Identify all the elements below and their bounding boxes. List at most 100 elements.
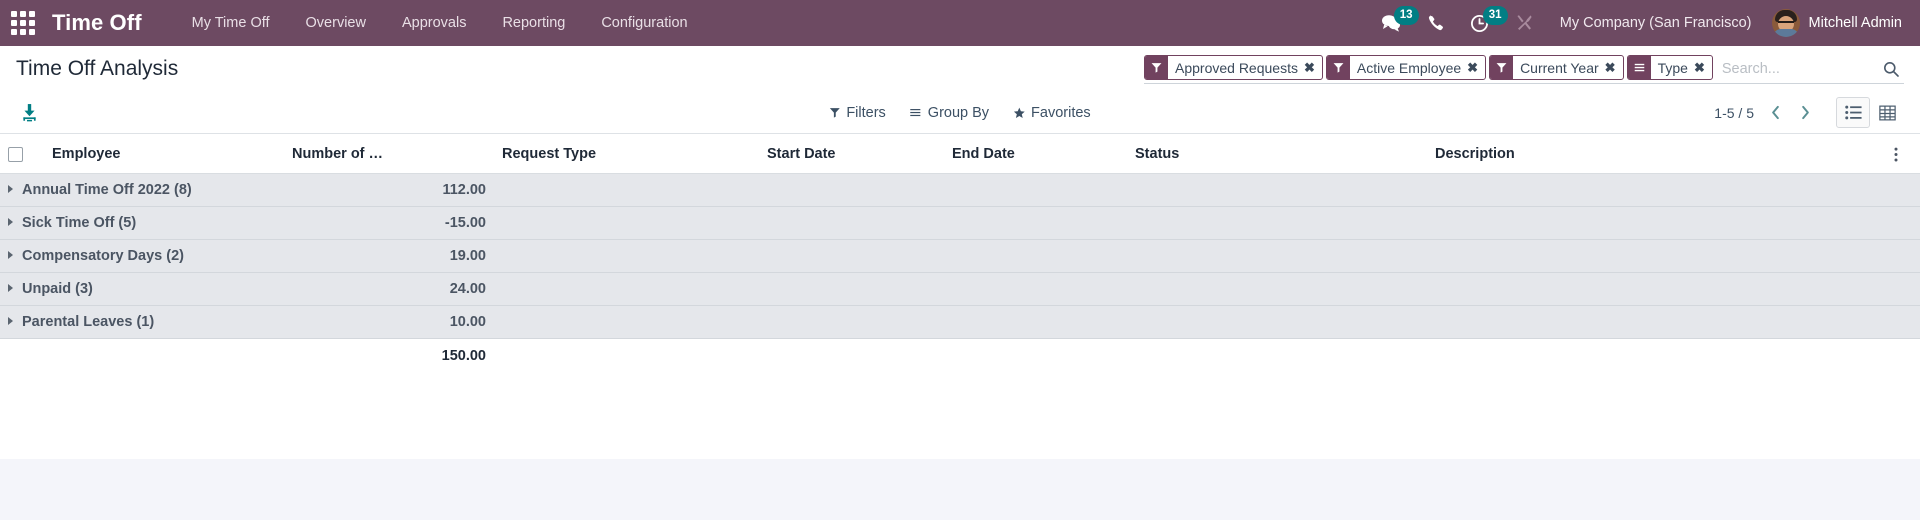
total-empty-cells: [494, 338, 1920, 374]
chevron-right-icon: [8, 251, 13, 259]
search-view: Approved Requests ✖ Active Employee ✖ Cu…: [1144, 55, 1904, 84]
group-label-text: Annual Time Off 2022 (8): [22, 182, 192, 198]
filter-icon: [829, 107, 840, 118]
page-background: [0, 459, 1920, 520]
column-header-end-date[interactable]: End Date: [944, 134, 1127, 174]
group-empty-cells: [494, 239, 1920, 273]
facet-type[interactable]: Type ✖: [1626, 55, 1713, 80]
column-header-description[interactable]: Description: [1427, 134, 1886, 174]
group-label-text: Parental Leaves (1): [22, 314, 155, 330]
wrench-screwdriver-icon: [1517, 15, 1532, 30]
filters-dropdown[interactable]: Filters: [817, 99, 897, 127]
apps-grid-icon: [11, 11, 35, 35]
search-facets: Approved Requests ✖ Active Employee ✖ Cu…: [1144, 55, 1716, 83]
control-panel-bottom-row: Filters Group By Favorites 1-5 / 5: [16, 92, 1904, 133]
facet-label: Approved Requests: [1175, 59, 1298, 76]
group-label[interactable]: Unpaid (3): [0, 272, 284, 306]
facet-current-year[interactable]: Current Year ✖: [1489, 55, 1624, 80]
groupby-bars-icon: [1627, 56, 1651, 79]
chevron-right-icon: [8, 317, 13, 325]
select-all-checkbox[interactable]: [8, 146, 23, 162]
group-label-text: Unpaid (3): [22, 281, 93, 297]
menu-item-overview[interactable]: Overview: [288, 2, 384, 44]
facet-approved-requests[interactable]: Approved Requests ✖: [1144, 55, 1323, 80]
control-panel-right: 1-5 / 5: [1708, 97, 1904, 128]
export-download-button[interactable]: [16, 101, 43, 124]
group-value: -15.00: [284, 206, 494, 240]
view-switch-list[interactable]: [1836, 97, 1870, 128]
table-header: Employee Number of … Request Type Start …: [0, 134, 1920, 174]
group-value: 10.00: [284, 305, 494, 339]
download-icon: [23, 104, 36, 122]
group-value: 24.00: [284, 272, 494, 306]
facet-remove-icon[interactable]: ✖: [1304, 56, 1322, 79]
menu-item-my-time-off[interactable]: My Time Off: [174, 2, 288, 44]
group-label[interactable]: Parental Leaves (1): [0, 305, 284, 339]
facet-remove-icon[interactable]: ✖: [1605, 56, 1623, 79]
groupby-bars-icon: [910, 107, 922, 118]
column-header-status[interactable]: Status: [1127, 134, 1427, 174]
facet-active-employee[interactable]: Active Employee ✖: [1325, 55, 1487, 80]
column-header-employee[interactable]: Employee: [44, 134, 284, 174]
debug-menu-button[interactable]: [1502, 0, 1546, 46]
list-filler: [0, 374, 1920, 436]
table-header-row: Employee Number of … Request Type Start …: [0, 134, 1920, 174]
messages-button[interactable]: 13: [1368, 0, 1419, 46]
menu-item-configuration[interactable]: Configuration: [583, 2, 705, 44]
optional-columns-button[interactable]: [1886, 134, 1920, 174]
menu-item-reporting[interactable]: Reporting: [484, 2, 583, 44]
total-label: [0, 338, 284, 374]
pager-range: 1-5 / 5: [1714, 104, 1754, 121]
user-name: Mitchell Admin: [1808, 15, 1902, 31]
top-navbar: Time Off My Time Off Overview Approvals …: [0, 0, 1920, 46]
search-icon[interactable]: [1878, 55, 1904, 83]
app-brand-name[interactable]: Time Off: [46, 10, 146, 36]
column-header-request-type[interactable]: Request Type: [494, 134, 759, 174]
group-label[interactable]: Sick Time Off (5): [0, 206, 284, 240]
facet-remove-icon[interactable]: ✖: [1467, 56, 1485, 79]
menu-item-approvals[interactable]: Approvals: [384, 2, 484, 44]
vertical-dots-icon: [1894, 147, 1898, 161]
user-menu[interactable]: Mitchell Admin: [1768, 9, 1902, 37]
facet-remove-icon[interactable]: ✖: [1694, 56, 1712, 79]
table-body: Annual Time Off 2022 (8) 112.00 Sick Tim…: [0, 173, 1920, 374]
groupby-label: Group By: [927, 104, 990, 121]
table-total-row: 150.00: [0, 338, 1920, 374]
company-switcher[interactable]: My Company (San Francisco): [1546, 15, 1768, 31]
table-row[interactable]: Unpaid (3) 24.00: [0, 272, 1920, 306]
table-row[interactable]: Compensatory Days (2) 19.00: [0, 239, 1920, 273]
pager-next-button[interactable]: [1790, 99, 1820, 127]
table-row[interactable]: Sick Time Off (5) -15.00: [0, 206, 1920, 240]
chevron-right-icon: [8, 284, 13, 292]
facet-label: Type: [1657, 59, 1688, 76]
chevron-right-icon: [8, 185, 13, 193]
apps-menu-button[interactable]: [0, 0, 46, 46]
search-input[interactable]: [1715, 61, 1878, 77]
phone-button[interactable]: [1414, 0, 1457, 46]
group-label[interactable]: Compensatory Days (2): [0, 239, 284, 273]
table-row[interactable]: Parental Leaves (1) 10.00: [0, 305, 1920, 339]
pager-previous-button[interactable]: [1760, 99, 1790, 127]
time-off-analysis-table: Employee Number of … Request Type Start …: [0, 134, 1920, 374]
select-all-cell: [0, 134, 44, 174]
column-header-number-of-days[interactable]: Number of …: [284, 134, 494, 174]
activities-button[interactable]: 31: [1457, 0, 1508, 46]
filter-icon: [1326, 56, 1350, 79]
systray: 13 31 My Company (San Francisco) Mitchel…: [1368, 0, 1920, 46]
avatar: [1771, 9, 1800, 37]
groupby-dropdown[interactable]: Group By: [898, 99, 1001, 127]
table-row[interactable]: Annual Time Off 2022 (8) 112.00: [0, 173, 1920, 207]
main-menu: My Time Off Overview Approvals Reporting…: [174, 2, 706, 44]
group-label[interactable]: Annual Time Off 2022 (8): [0, 173, 284, 207]
group-empty-cells: [494, 272, 1920, 306]
favorites-label: Favorites: [1031, 104, 1091, 121]
favorites-dropdown[interactable]: Favorites: [1001, 99, 1103, 127]
group-label-text: Compensatory Days (2): [22, 248, 184, 264]
control-panel-top-row: Time Off Analysis Approved Requests ✖ Ac…: [16, 46, 1904, 92]
chevron-left-icon: [1771, 105, 1779, 120]
pivot-view-icon: [1878, 105, 1896, 120]
column-header-start-date[interactable]: Start Date: [759, 134, 944, 174]
group-empty-cells: [494, 206, 1920, 240]
group-empty-cells: [494, 173, 1920, 207]
view-switch-pivot[interactable]: [1870, 97, 1904, 128]
